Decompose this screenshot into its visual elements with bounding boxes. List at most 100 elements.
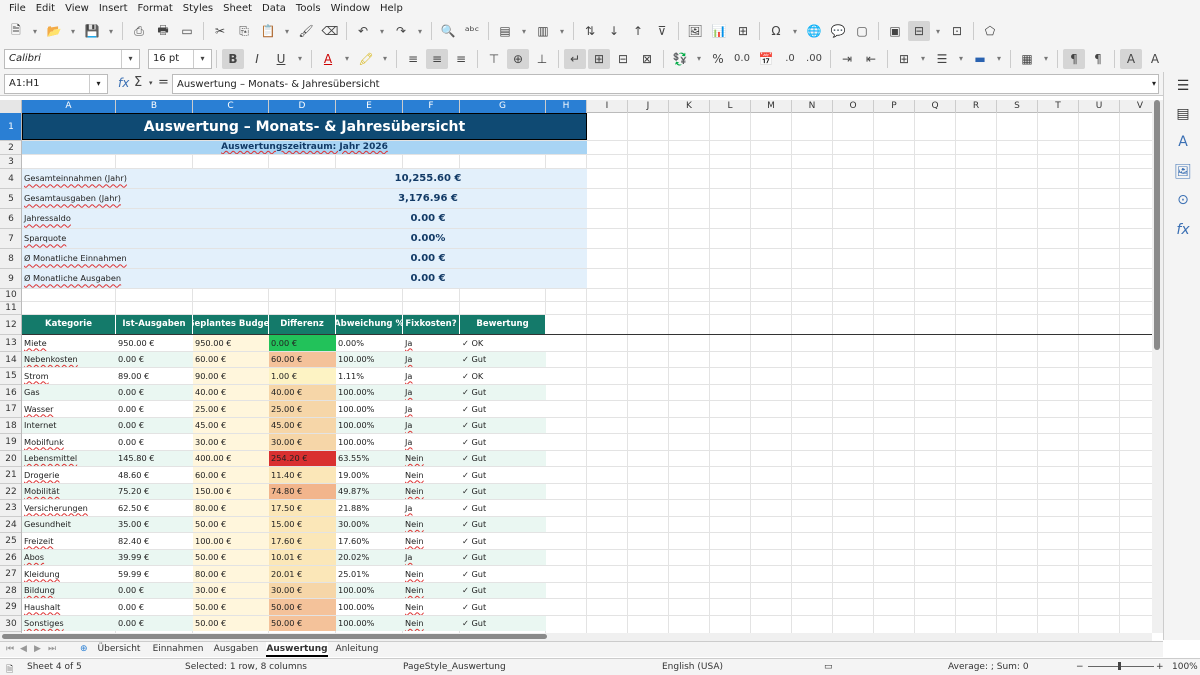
table-header-cell[interactable]: Bewertung: [460, 315, 546, 334]
zoom-slider-handle[interactable]: [1118, 662, 1121, 670]
row-header-18[interactable]: 18: [0, 418, 21, 434]
table-cell-budget[interactable]: 50.00 €: [193, 516, 269, 532]
table-cell-bewertung[interactable]: ✓ Gut: [460, 500, 546, 516]
summary-label[interactable]: Gesamteinnahmen (Jahr): [22, 169, 269, 188]
summary-value[interactable]: 0.00 €: [269, 249, 587, 268]
table-cell-differenz[interactable]: 10.01 €: [269, 549, 336, 565]
menu-tools[interactable]: Tools: [291, 3, 326, 14]
border-color-icon[interactable]: ▬: [969, 49, 991, 69]
new-dropdown-icon[interactable]: ▾: [29, 21, 41, 41]
table-cell-budget[interactable]: 45.00 €: [193, 417, 269, 433]
table-cell-fixkosten[interactable]: Nein: [403, 483, 460, 499]
menu-insert[interactable]: Insert: [94, 3, 133, 14]
table-cell-kategorie[interactable]: Versicherungen: [22, 500, 116, 516]
table-cell-abweichung[interactable]: 21.88%: [336, 500, 403, 516]
table-cell-budget[interactable]: 80.00 €: [193, 500, 269, 516]
table-cell-bewertung[interactable]: ✓ Gut: [460, 450, 546, 466]
row-header-15[interactable]: 15: [0, 368, 21, 385]
highlight-dropdown-icon[interactable]: ▾: [379, 49, 391, 69]
table-cell-budget[interactable]: 90.00 €: [193, 368, 269, 384]
table-cell-abweichung[interactable]: 100.00%: [336, 615, 403, 631]
find-replace-icon[interactable]: 🔍: [437, 21, 459, 41]
row-header-22[interactable]: 22: [0, 484, 21, 500]
table-header-cell[interactable]: Fixkosten?: [403, 315, 460, 334]
table-cell-budget[interactable]: 50.00 €: [193, 549, 269, 565]
table-cell-ist-ausgaben[interactable]: 0.00 €: [116, 401, 193, 417]
table-cell-abweichung[interactable]: 100.00%: [336, 417, 403, 433]
table-cell-differenz[interactable]: 50.00 €: [269, 599, 336, 615]
table-cell-differenz[interactable]: 254.20 €: [269, 450, 336, 466]
column-header-b[interactable]: B: [116, 100, 193, 113]
table-cell-fixkosten[interactable]: Nein: [403, 615, 460, 631]
table-cell-differenz[interactable]: 30.00 €: [269, 434, 336, 450]
table-cell-differenz[interactable]: 50.00 €: [269, 615, 336, 631]
table-cell-fixkosten[interactable]: Ja: [403, 351, 460, 367]
table-cell-abweichung[interactable]: 0.00%: [336, 335, 403, 351]
percent-format-icon[interactable]: %: [707, 49, 729, 69]
table-cell-abweichung[interactable]: 17.60%: [336, 533, 403, 549]
table-cell-differenz[interactable]: 1.00 €: [269, 368, 336, 384]
row-dropdown-icon[interactable]: ▾: [518, 21, 530, 41]
table-cell-abweichung[interactable]: 100.00%: [336, 599, 403, 615]
print-preview-icon[interactable]: ▭: [176, 21, 198, 41]
redo-dropdown-icon[interactable]: ▾: [414, 21, 426, 41]
functions-icon[interactable]: fx: [1173, 222, 1193, 242]
table-cell-kategorie[interactable]: Wasser: [22, 401, 116, 417]
menu-file[interactable]: File: [4, 3, 31, 14]
table-cell-ist-ausgaben[interactable]: 0.00 €: [116, 384, 193, 400]
currency-dropdown-icon[interactable]: ▾: [693, 49, 705, 69]
table-cell-ist-ausgaben[interactable]: 950.00 €: [116, 335, 193, 351]
table-cell-budget[interactable]: 30.00 €: [193, 434, 269, 450]
border-style-dropdown-icon[interactable]: ▾: [955, 49, 967, 69]
table-cell-budget[interactable]: 150.00 €: [193, 483, 269, 499]
table-cell-differenz[interactable]: 45.00 €: [269, 417, 336, 433]
row-icon[interactable]: ▤: [494, 21, 516, 41]
table-cell-fixkosten[interactable]: Ja: [403, 401, 460, 417]
right-to-left-icon[interactable]: ¶: [1087, 49, 1109, 69]
formula-equals-icon[interactable]: =: [158, 75, 169, 90]
table-cell-differenz[interactable]: 17.60 €: [269, 533, 336, 549]
row-header-3[interactable]: 3: [0, 155, 21, 169]
special-character-dropdown-icon[interactable]: ▾: [789, 21, 801, 41]
column-header-g[interactable]: G: [460, 100, 546, 113]
row-header-16[interactable]: 16: [0, 385, 21, 401]
merge-cells-icon[interactable]: ⊟: [612, 49, 634, 69]
table-cell-ist-ausgaben[interactable]: 0.00 €: [116, 351, 193, 367]
table-cell-ist-ausgaben[interactable]: 0.00 €: [116, 582, 193, 598]
table-cell-abweichung[interactable]: 100.00%: [336, 582, 403, 598]
expand-formula-icon[interactable]: ▾: [1152, 79, 1156, 88]
zoom-out-icon[interactable]: −: [1076, 662, 1084, 672]
sort-icon[interactable]: ⇅: [579, 21, 601, 41]
column-header-o[interactable]: O: [833, 100, 874, 113]
language[interactable]: English (USA): [662, 662, 723, 672]
table-cell-kategorie[interactable]: Gesundheit: [22, 516, 116, 532]
column-header-c[interactable]: C: [193, 100, 269, 113]
function-wizard-icon[interactable]: fx: [118, 76, 129, 90]
pivot-table-icon[interactable]: ⊞: [732, 21, 754, 41]
table-cell-differenz[interactable]: 0.00 €: [269, 335, 336, 351]
menu-sheet[interactable]: Sheet: [218, 3, 257, 14]
table-cell-budget[interactable]: 50.00 €: [193, 615, 269, 631]
row-header-29[interactable]: 29: [0, 599, 21, 616]
table-cell-abweichung[interactable]: 100.00%: [336, 434, 403, 450]
paste-icon[interactable]: 📋: [257, 21, 279, 41]
row-header-4[interactable]: 4: [0, 169, 21, 189]
number-format-icon[interactable]: 0.0: [731, 49, 753, 69]
row-header-7[interactable]: 7: [0, 229, 21, 249]
split-window-icon[interactable]: ⊡: [946, 21, 968, 41]
table-cell-differenz[interactable]: 40.00 €: [269, 384, 336, 400]
next-sheet-icon[interactable]: ▶: [34, 644, 41, 654]
last-sheet-icon[interactable]: ⏭: [48, 644, 56, 654]
table-header-cell[interactable]: Differenz: [269, 315, 336, 334]
column-icon[interactable]: ▥: [532, 21, 554, 41]
align-right-icon[interactable]: ≡: [450, 49, 472, 69]
summary-value[interactable]: 10,255.60 €: [269, 169, 587, 188]
summary-value[interactable]: 3,176.96 €: [269, 189, 587, 208]
unmerge-cells-icon[interactable]: ⊠: [636, 49, 658, 69]
export-pdf-icon[interactable]: ⎙: [128, 21, 150, 41]
page-style[interactable]: PageStyle_Auswertung: [403, 662, 506, 672]
table-cell-abweichung[interactable]: 100.00%: [336, 384, 403, 400]
table-cell-bewertung[interactable]: ✓ Gut: [460, 615, 546, 631]
row-header-12[interactable]: 12: [0, 315, 21, 335]
horizontal-scroll-thumb[interactable]: [2, 634, 547, 639]
